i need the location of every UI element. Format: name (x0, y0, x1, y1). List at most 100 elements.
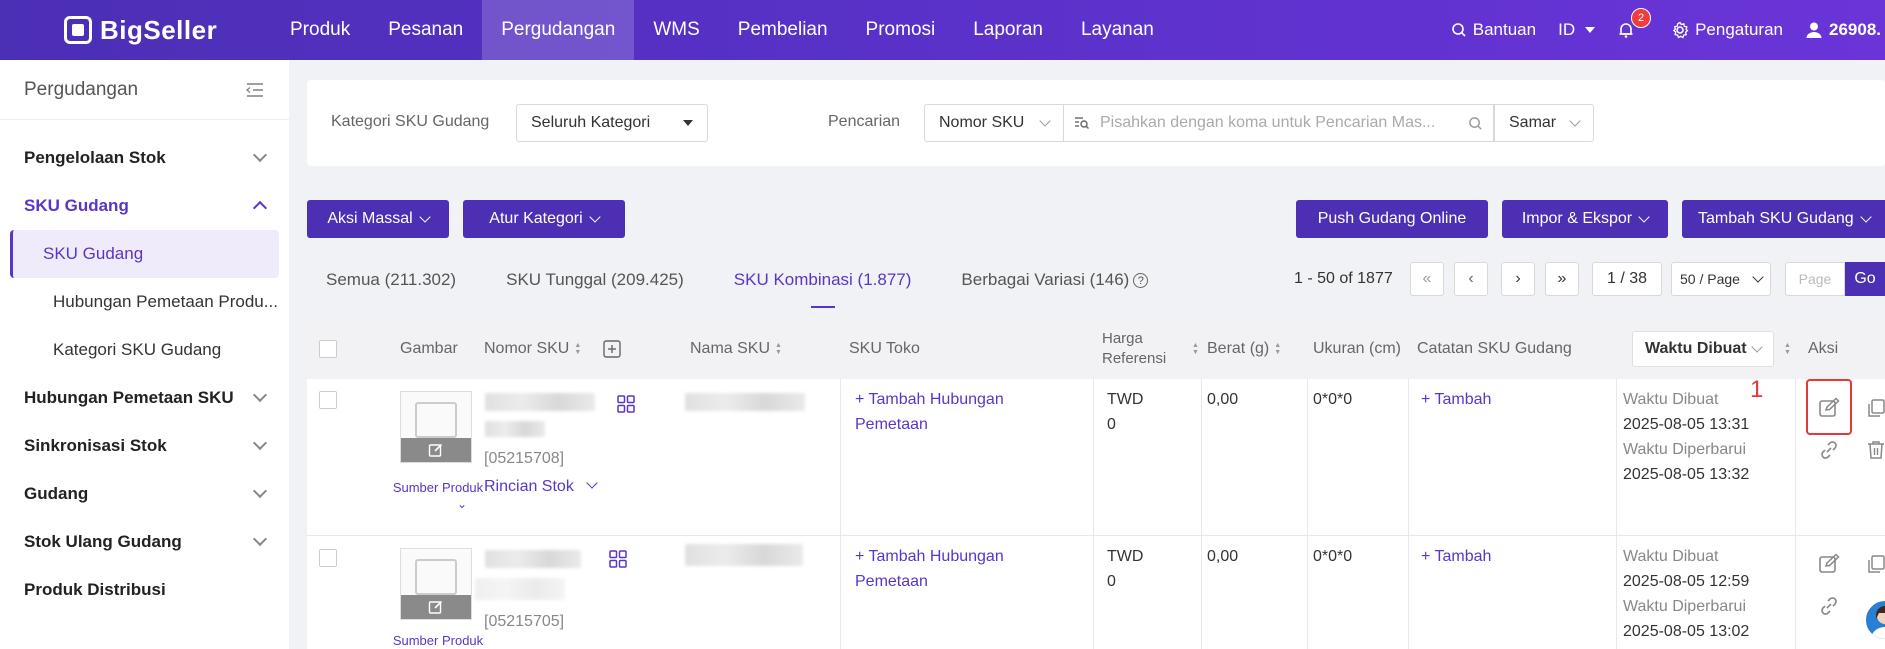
go-button[interactable]: Go (1845, 262, 1885, 296)
nav-wms[interactable]: WMS (634, 0, 718, 60)
harga-sort[interactable]: ▲ ▼ (1187, 319, 1199, 379)
blurred-sku-number (485, 393, 595, 411)
nav-produk[interactable]: Produk (271, 0, 369, 60)
add-mapping-link[interactable]: + Tambah Hubungan Pemetaan (855, 544, 1004, 594)
chevron-down-icon[interactable]: ⌄ (457, 492, 467, 517)
sidebar-item-produk-distribusi[interactable]: Produk Distribusi (0, 566, 289, 614)
edit-icon (428, 600, 443, 614)
goto-page-input[interactable]: Page (1785, 262, 1845, 296)
match-mode-select[interactable]: Samar (1494, 104, 1594, 142)
col-berat[interactable]: Berat (g) ▲ ▼ (1207, 319, 1281, 379)
nav-laporan[interactable]: Laporan (954, 0, 1062, 60)
price-value: 0 (1107, 416, 1116, 433)
grid-icon[interactable] (617, 395, 635, 413)
search-field-select[interactable]: Nomor SKU (924, 104, 1064, 142)
set-category-button[interactable]: Atur Kategori (463, 200, 625, 238)
edit-button[interactable] (1816, 395, 1842, 421)
blurred-sku-number (485, 550, 581, 568)
add-mapping-link[interactable]: + Tambah Hubungan Pemetaan (855, 387, 1004, 437)
edit-button[interactable] (1816, 551, 1842, 577)
sidebar-subitem-sku-gudang[interactable]: SKU Gudang (10, 230, 279, 278)
col-sku-toko: SKU Toko (849, 340, 920, 357)
notification-button[interactable]: 2 (1617, 8, 1652, 39)
col-label: Harga (1102, 330, 1143, 347)
language-select[interactable]: ID (1558, 20, 1596, 40)
select-all-checkbox[interactable] (319, 340, 337, 358)
import-export-label: Impor & Ekspor (1521, 210, 1633, 227)
grid-icon[interactable] (609, 550, 627, 568)
sidebar-item-pengelolaan-stok[interactable]: Pengelolaan Stok (0, 134, 289, 182)
product-image-placeholder[interactable] (400, 548, 472, 620)
chevron-down-icon (252, 531, 268, 547)
add-mapping-line: + Tambah Hubungan (855, 391, 1004, 408)
bigseller-logo[interactable]: BigSeller (64, 14, 217, 46)
nav-layanan[interactable]: Layanan (1062, 0, 1173, 60)
sidebar-item-hubungan-pemetaan-sku[interactable]: Hubungan Pemetaan SKU (0, 374, 289, 422)
first-page-button[interactable]: « (1410, 262, 1444, 296)
copy-button[interactable] (1863, 551, 1885, 577)
last-page-button[interactable]: » (1545, 262, 1579, 296)
help-link[interactable]: Bantuan (1451, 20, 1536, 40)
tab-sku-tunggal[interactable]: SKU Tunggal (209.425) (486, 258, 704, 308)
sidebar-subitem-hubungan-pemetaan-produk[interactable]: Hubungan Pemetaan Produ... (10, 278, 279, 326)
size-value: 0*0*0 (1313, 391, 1353, 408)
collapse-menu-icon[interactable] (245, 82, 265, 98)
product-image-placeholder[interactable] (400, 391, 472, 463)
add-warehouse-sku-button[interactable]: Tambah SKU Gudang (1682, 200, 1885, 238)
stock-detail-toggle[interactable]: Rincian Stok (484, 474, 598, 499)
add-note-link[interactable]: + Tambah (1421, 544, 1491, 569)
tab-semua[interactable]: Semua (211.302) (307, 258, 476, 308)
edit-image-button[interactable] (401, 595, 471, 619)
copy-button[interactable] (1863, 395, 1885, 421)
nav-pergudangan[interactable]: Pergudangan (482, 0, 635, 60)
category-select[interactable]: Seluruh Kategori (516, 104, 708, 142)
tab-berbagai-variasi[interactable]: Berbagai Variasi (146)? (941, 258, 1168, 308)
weight-value: 0,00 (1207, 391, 1239, 408)
add-mapping-line: Pemetaan (855, 416, 928, 433)
time-column-select[interactable]: Waktu Dibuat (1632, 331, 1774, 367)
weight-value: 0,00 (1207, 548, 1239, 565)
list-search-icon (1075, 117, 1089, 129)
tab-sku-kombinasi[interactable]: SKU Kombinasi (1.877) (714, 258, 932, 308)
user-menu[interactable]: 26908. (1805, 20, 1881, 40)
add-column-icon[interactable] (603, 340, 621, 358)
sku-code: [05215705] (484, 613, 565, 630)
import-export-button[interactable]: Impor & Ekspor (1502, 200, 1668, 238)
category-filter-label: Kategori SKU Gudang (331, 113, 490, 130)
gear-icon (1672, 21, 1689, 39)
bulk-action-button[interactable]: Aksi Massal (307, 200, 449, 238)
sidebar-item-stok-ulang-gudang[interactable]: Stok Ulang Gudang (0, 518, 289, 566)
page-size-select[interactable]: 50 / Page (1671, 262, 1771, 296)
col-nomor-sku[interactable]: Nomor SKU ▲ ▼ (484, 319, 621, 379)
add-note-link[interactable]: + Tambah (1421, 387, 1491, 412)
row-checkbox[interactable] (319, 391, 337, 409)
next-page-button[interactable]: › (1501, 262, 1535, 296)
support-chat-avatar[interactable] (1863, 598, 1885, 642)
search-input[interactable]: Pisahkan dengan koma untuk Pencarian Mas… (1064, 104, 1494, 142)
sidebar-item-sku-gudang[interactable]: SKU Gudang (0, 182, 289, 230)
set-category-label: Atur Kategori (489, 210, 583, 227)
prev-page-button[interactable]: ‹ (1454, 262, 1488, 296)
settings-link[interactable]: Pengaturan (1671, 20, 1783, 40)
chevron-down-icon (252, 147, 268, 163)
sidebar-item-sinkronisasi-stok[interactable]: Sinkronisasi Stok (0, 422, 289, 470)
nav-promosi[interactable]: Promosi (847, 0, 955, 60)
col-nama-sku[interactable]: Nama SKU ▲ ▼ (690, 319, 782, 379)
row-checkbox[interactable] (319, 549, 337, 567)
nav-pesanan[interactable]: Pesanan (369, 0, 482, 60)
col-label: Nomor SKU (484, 340, 570, 357)
match-mode-value: Samar (1509, 114, 1557, 131)
link-button[interactable] (1816, 593, 1842, 619)
help-circle-icon[interactable]: ? (1133, 273, 1149, 289)
link-button[interactable] (1816, 437, 1842, 463)
nav-pembelian[interactable]: Pembelian (719, 0, 847, 60)
search-icon[interactable] (1468, 116, 1483, 131)
page-indicator[interactable]: 1 / 38 (1592, 262, 1662, 296)
updated-time: 2025-08-05 13:32 (1623, 466, 1750, 483)
edit-image-button[interactable] (401, 438, 471, 462)
sidebar-subitem-kategori-sku-gudang[interactable]: Kategori SKU Gudang (10, 326, 279, 374)
delete-button[interactable] (1863, 437, 1885, 463)
push-online-warehouse-button[interactable]: Push Gudang Online (1296, 200, 1488, 238)
sort-icon[interactable]: ▲ ▼ (1784, 342, 1791, 356)
sidebar-item-gudang[interactable]: Gudang (0, 470, 289, 518)
